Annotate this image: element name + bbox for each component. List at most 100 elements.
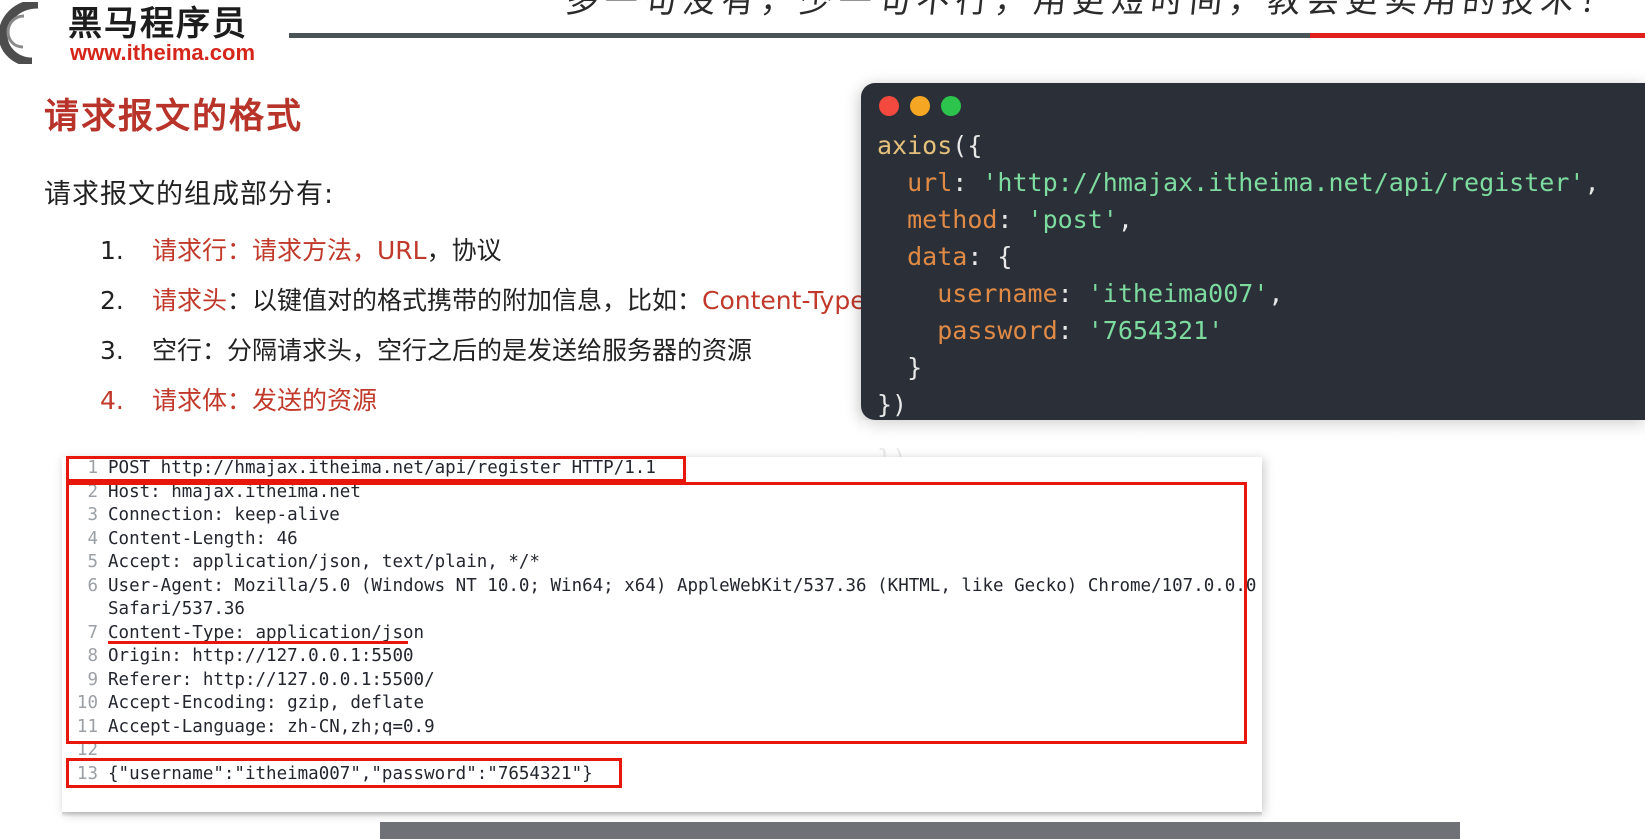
code-line: axios({ — [877, 127, 1600, 164]
line-number: 1 — [87, 458, 98, 478]
header-divider — [289, 33, 1645, 38]
http-line-row: 1 POST http://hmajax.itheima.net/api/regi… — [62, 457, 1262, 481]
code-line: method: 'post', — [877, 201, 1600, 238]
http-line-text: Accept: application/json, text/plain, */… — [108, 552, 540, 572]
line-number: 13 — [76, 763, 98, 784]
http-line-text: Content-Length: 46 — [108, 528, 298, 549]
bullet-item-3: 3. 空行：分隔请求头，空行之后的是发送给服务器的资源 — [100, 326, 930, 376]
http-line-text: Host: hmajax.itheima.net — [108, 481, 361, 502]
panel-shadow — [62, 812, 1262, 817]
http-line-row: 11 Accept-Language: zh-CN,zh;q=0.9 — [62, 716, 1262, 740]
line-number: 8 — [87, 646, 98, 666]
http-line-row: 3 Connection: keep-alive — [62, 504, 1262, 528]
code-line: username: 'itheima007', — [877, 275, 1600, 312]
http-line-text: Accept-Language: zh-CN,zh;q=0.9 — [108, 716, 435, 737]
minimize-icon[interactable] — [910, 96, 930, 116]
line-number: 2 — [87, 481, 98, 502]
code-token: '7654321' — [1087, 316, 1224, 345]
intro-text: 请求报文的组成部分有: — [44, 179, 335, 210]
code-token: 'http://hmajax.itheima.net/api/register' — [982, 168, 1585, 197]
http-line-row: 12 — [62, 739, 1262, 763]
line-number: 9 — [87, 669, 98, 690]
code-token: , — [1117, 205, 1133, 234]
code-token: 'itheima007' — [1087, 279, 1269, 308]
http-request-panel: 1 POST http://hmajax.itheima.net/api/regi… — [62, 457, 1262, 812]
page-title: 请求报文的格式 — [44, 97, 304, 137]
code-line: url: 'http://hmajax.itheima.net/api/regi… — [877, 164, 1600, 201]
line-number: 5 — [87, 552, 98, 572]
http-line-row: 10 Accept-Encoding: gzip, deflate — [62, 692, 1262, 716]
code-token: data — [907, 242, 968, 271]
code-token: : — [997, 205, 1028, 234]
line-number: 7 — [87, 622, 98, 643]
http-line-row: 6 User-Agent: Mozilla/5.0 (Windows NT 10.… — [62, 575, 1262, 599]
http-line-text: Content-Type: application/json — [108, 622, 425, 643]
http-line-row: 8 Origin: http://127.0.0.1:5500 — [62, 645, 1262, 669]
bullet-text-segment: 请求头 — [152, 286, 228, 315]
close-icon[interactable] — [879, 96, 899, 116]
code-token: username — [937, 279, 1058, 308]
http-line-row: 7 Content-Type: application/json — [62, 622, 1262, 646]
bullet-text-segment: 空行：分隔请求头，空行之后的是发送给服务器的资源 — [152, 336, 753, 365]
bullet-item-2: 2. 请求头：以键值对的格式携带的附加信息，比如：Content-Type — [100, 276, 930, 326]
http-line-row: 4 Content-Length: 46 — [62, 528, 1262, 552]
bullet-text-segment: ：以键值对的格式携带的附加信息，比如： — [227, 286, 703, 315]
code-token: }) — [877, 390, 908, 419]
maximize-icon[interactable] — [941, 96, 961, 116]
http-line-text: Accept-Encoding: gzip, deflate — [108, 693, 425, 713]
http-line-row: 13 {"username":"itheima007","password":"7… — [62, 763, 1262, 787]
http-line-text: Origin: http://127.0.0.1:5500 — [108, 646, 414, 666]
divider-red-segment — [1310, 33, 1645, 38]
http-line-text: User-Agent: Mozilla/5.0 (Windows NT 10.0… — [108, 575, 1257, 596]
http-line-row: 2 Host: hmajax.itheima.net — [62, 481, 1262, 505]
bullet-text-segment: Content-Type — [702, 286, 866, 315]
bullet-number: 3. — [100, 336, 124, 365]
code-token: 'post' — [1027, 205, 1118, 234]
http-line-text: Referer: http://127.0.0.1:5500/ — [108, 669, 435, 690]
code-line: }) — [877, 386, 1600, 420]
http-line-row: Safari/537.36 — [62, 598, 1262, 622]
code-token: : { — [967, 242, 1013, 271]
bullet-number: 4. — [100, 386, 124, 415]
code-line: password: '7654321' — [877, 312, 1600, 349]
bullet-text-segment: 请求体：发送的资源 — [152, 386, 378, 415]
code-line: data: { — [877, 238, 1600, 275]
http-request-lines: 1 POST http://hmajax.itheima.net/api/regi… — [62, 457, 1262, 786]
line-number: 12 — [76, 740, 98, 760]
http-line-text: Safari/537.36 — [108, 599, 245, 619]
code-token: axios — [877, 131, 953, 160]
line-number: 4 — [87, 528, 98, 549]
code-token: ({ — [952, 131, 983, 160]
brand-logo: 黑马程序员 www.itheima.com — [0, 0, 280, 65]
code-token: } — [877, 353, 923, 382]
code-token: : — [1057, 279, 1088, 308]
bullet-item-4: 4. 请求体：发送的资源 — [100, 376, 930, 426]
logo-website-url: www.itheima.com — [70, 40, 256, 65]
http-line-row: 9 Referer: http://127.0.0.1:5500/ — [62, 669, 1262, 693]
bullet-list: 1. 请求行：请求方法，URL，协议 2. 请求头：以键值对的格式携带的附加信息，比如… — [100, 226, 930, 426]
code-token: : — [1057, 316, 1088, 345]
code-token: : — [952, 168, 983, 197]
code-line: } — [877, 349, 1600, 386]
line-number: 10 — [76, 693, 98, 713]
header-slogan: 多一句没有，少一句不行，用更短时间，教会更实用的技术！ — [563, 0, 1621, 20]
bottom-bar — [380, 822, 1460, 839]
code-token: , — [1268, 279, 1284, 308]
itheima-logo-icon — [0, 2, 39, 64]
logo-chinese-name: 黑马程序员 — [68, 4, 248, 44]
bullet-item-1: 1. 请求行：请求方法，URL，协议 — [100, 226, 930, 276]
line-number: 6 — [87, 575, 98, 596]
code-token: , — [1584, 168, 1600, 197]
divider-dark-segment — [289, 33, 1310, 38]
line-number: 11 — [76, 716, 98, 737]
axios-code-card: axios({ url: 'http://hmajax.itheima.net/… — [861, 83, 1645, 420]
code-token: url — [907, 168, 953, 197]
bullet-text-segment: 请求行：请求方法，URL — [152, 236, 427, 265]
http-line-text: Connection: keep-alive — [108, 505, 340, 525]
http-line-text: {"username":"itheima007","password":"765… — [108, 763, 593, 784]
